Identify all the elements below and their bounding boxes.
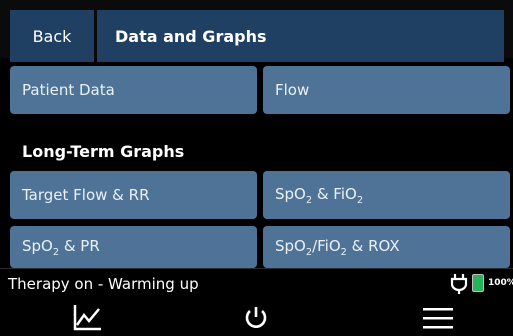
spo2-pr-button[interactable]: SpO2 & PR xyxy=(10,226,257,268)
patient-data-button[interactable]: Patient Data xyxy=(10,66,257,114)
status-bar: Therapy on - Warming up 100% xyxy=(0,268,513,299)
bottom-nav xyxy=(0,299,513,336)
target-flow-rr-label: Target Flow & RR xyxy=(22,186,150,204)
plug-icon xyxy=(450,274,468,294)
target-flow-rr-button[interactable]: Target Flow & RR xyxy=(10,171,257,219)
spo2fio2-rox-button[interactable]: SpO2/FiO2 & ROX xyxy=(263,226,510,268)
flow-label: Flow xyxy=(275,81,310,99)
battery-percentage: 100% xyxy=(488,278,513,288)
back-button-label: Back xyxy=(32,26,72,46)
spo2-fio2-label: SpO2 & FiO2 xyxy=(275,184,364,206)
back-button[interactable]: Back xyxy=(10,10,94,62)
page-title-text: Data and Graphs xyxy=(115,26,267,46)
page-title: Data and Graphs xyxy=(97,10,504,62)
graph-icon[interactable] xyxy=(58,299,118,336)
battery-icon xyxy=(472,274,484,292)
menu-icon[interactable] xyxy=(408,299,468,336)
patient-data-label: Patient Data xyxy=(22,81,115,99)
therapy-status-text: Therapy on - Warming up xyxy=(8,275,199,293)
power-icon[interactable] xyxy=(226,299,286,336)
long-term-graphs-heading: Long-Term Graphs xyxy=(22,142,185,161)
spo2-fio2-button[interactable]: SpO2 & FiO2 xyxy=(263,171,510,219)
spo2fio2-rox-label: SpO2/FiO2 & ROX xyxy=(275,236,400,258)
header: Back Data and Graphs xyxy=(0,0,513,62)
flow-button[interactable]: Flow xyxy=(263,66,510,114)
spo2-pr-label: SpO2 & PR xyxy=(22,236,100,258)
